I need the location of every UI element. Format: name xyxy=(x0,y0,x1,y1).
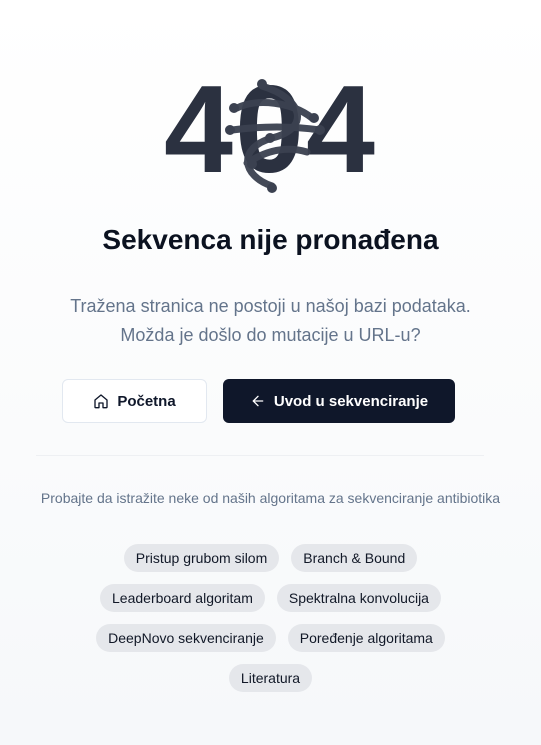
home-button[interactable]: Početna xyxy=(62,379,207,423)
algorithm-links: Pristup grubom silom Branch & Bound Lead… xyxy=(0,544,541,704)
back-to-intro-button[interactable]: Uvod u sekvenciranje xyxy=(223,379,455,423)
dna-helix-icon xyxy=(225,79,325,193)
error-hero: 404 xyxy=(0,60,541,200)
description-line-2: Možda je došlo do mutacije u URL-u? xyxy=(120,325,421,345)
description-line-1: Tražena stranica ne postoji u našoj bazi… xyxy=(70,296,471,316)
arrow-left-icon xyxy=(252,395,264,407)
chip-leaderboard[interactable]: Leaderboard algoritam xyxy=(100,584,265,612)
chip-row: Literatura xyxy=(0,664,541,692)
back-button-label: Uvod u sekvenciranje xyxy=(273,392,429,410)
home-button-label: Početna xyxy=(117,392,176,410)
home-icon xyxy=(94,394,108,409)
page-title: Sekvenca nije pronađena xyxy=(102,224,439,255)
chip-spectral-convolution[interactable]: Spektralna konvolucija xyxy=(276,584,441,612)
chip-algorithm-comparison[interactable]: Poređenje algoritama xyxy=(287,624,445,652)
chip-brute-force[interactable]: Pristup grubom silom xyxy=(123,544,280,572)
chip-row: Leaderboard algoritam Spektralna konvolu… xyxy=(0,584,541,612)
suggestions-heading: Probajte da istražite neke od naših algo… xyxy=(40,490,501,506)
error-description: Tražena stranica ne postoji u našoj bazi… xyxy=(30,292,511,350)
chip-row: Pristup grubom silom Branch & Bound xyxy=(0,544,541,572)
chip-deepnovo[interactable]: DeepNovo sekvenciranje xyxy=(96,624,276,652)
divider xyxy=(36,455,484,456)
action-buttons: Početna Uvod u sekvenciranje xyxy=(0,379,541,423)
chip-branch-and-bound[interactable]: Branch & Bound xyxy=(291,544,418,572)
chip-literature[interactable]: Literatura xyxy=(228,664,313,692)
chip-row: DeepNovo sekvenciranje Poređenje algorit… xyxy=(0,624,541,652)
